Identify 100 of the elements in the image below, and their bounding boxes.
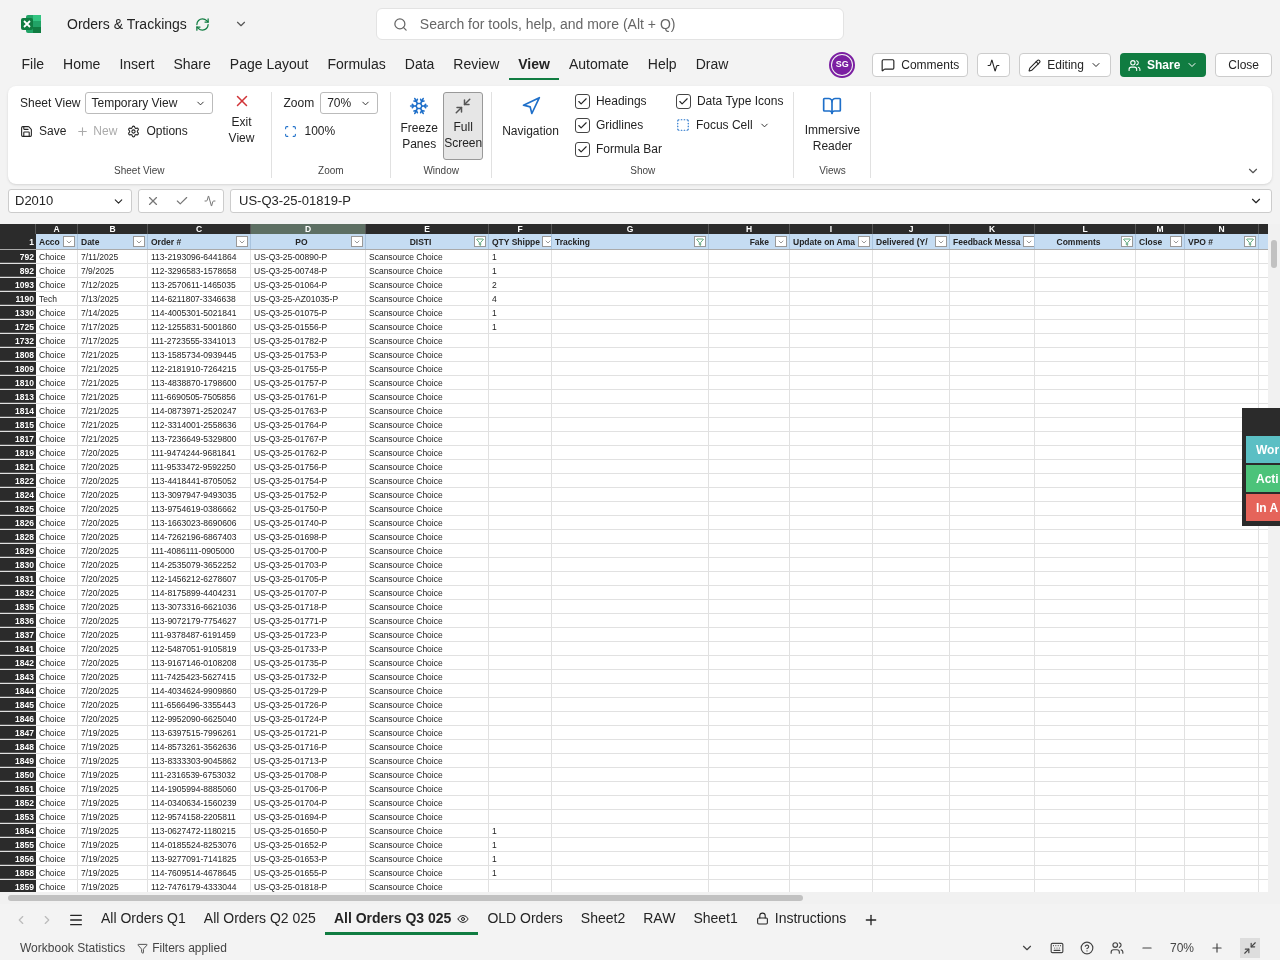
row-number[interactable]: 1 <box>0 234 36 249</box>
keyboard-icon[interactable] <box>1049 941 1064 955</box>
row-number[interactable]: 1190 <box>0 292 36 305</box>
sheet-tab[interactable]: Sheet1 <box>684 905 747 935</box>
row-number[interactable]: 1815 <box>0 418 36 431</box>
row-number[interactable]: 1850 <box>0 768 36 781</box>
menu-tab[interactable]: Help <box>638 50 687 80</box>
activity-button[interactable] <box>977 53 1011 77</box>
share-button[interactable]: Share <box>1119 53 1207 77</box>
row-number[interactable]: 1813 <box>0 390 36 403</box>
confirm-icon[interactable] <box>175 194 189 208</box>
row-number[interactable]: 1330 <box>0 306 36 319</box>
fit-button[interactable] <box>1240 938 1260 958</box>
row-number[interactable]: 1859 <box>0 880 36 892</box>
filter-applied-icon[interactable] <box>694 236 706 247</box>
focus-cell-button[interactable]: Focus Cell <box>675 116 784 134</box>
filter-dropdown-icon[interactable] <box>133 236 145 247</box>
sheet-tab[interactable]: Sheet2 <box>571 905 635 935</box>
exit-view-button[interactable]: Exit View <box>224 92 259 146</box>
row-number[interactable]: 1830 <box>0 558 36 571</box>
sheet-tab[interactable]: All Orders Q2 025 <box>194 905 325 935</box>
immersive-reader-button[interactable]: Immersive Reader <box>804 92 861 154</box>
filter-applied-icon[interactable] <box>474 236 486 247</box>
row-number[interactable]: 1836 <box>0 614 36 627</box>
menu-tab[interactable]: Review <box>443 50 509 80</box>
row-number[interactable]: 1846 <box>0 712 36 725</box>
row-number[interactable]: 1835 <box>0 600 36 613</box>
filter-applied-icon[interactable] <box>1121 236 1133 247</box>
column-letter[interactable]: D <box>251 224 366 234</box>
row-number[interactable]: 1841 <box>0 642 36 655</box>
navigation-button[interactable]: Navigation <box>502 92 559 158</box>
help-icon[interactable] <box>1079 941 1094 955</box>
menu-tab[interactable]: File <box>12 50 54 80</box>
row-number[interactable]: 1854 <box>0 824 36 837</box>
zoom-select[interactable]: 70% <box>320 92 379 114</box>
row-number[interactable]: 792 <box>0 250 36 263</box>
row-number[interactable]: 1825 <box>0 502 36 515</box>
menu-icon[interactable] <box>68 912 84 928</box>
row-number[interactable]: 1842 <box>0 656 36 669</box>
row-number[interactable]: 1829 <box>0 544 36 557</box>
row-number[interactable]: 1858 <box>0 866 36 879</box>
row-number[interactable]: 1814 <box>0 404 36 417</box>
save-button[interactable]: Save <box>20 122 67 140</box>
row-number[interactable]: 1831 <box>0 572 36 585</box>
row-number[interactable]: 1826 <box>0 516 36 529</box>
menu-tab[interactable]: Page Layout <box>220 50 318 80</box>
row-number[interactable]: 1844 <box>0 684 36 697</box>
account-avatar[interactable]: SG <box>829 52 856 78</box>
workbook-statistics[interactable]: Workbook Statistics <box>20 939 126 957</box>
row-number[interactable]: 1845 <box>0 698 36 711</box>
checkbox[interactable] <box>675 93 691 109</box>
row-number[interactable]: 1808 <box>0 348 36 361</box>
sheet-tab[interactable]: OLD Orders <box>478 905 572 935</box>
comments-button[interactable]: Comments <box>872 53 969 77</box>
row-number[interactable]: 1852 <box>0 796 36 809</box>
row-number[interactable]: 1853 <box>0 810 36 823</box>
row-number[interactable]: 1848 <box>0 740 36 753</box>
sheet-tab[interactable]: All Orders Q3 025 <box>324 905 479 935</box>
row-number[interactable]: 1821 <box>0 460 36 473</box>
row-number[interactable]: 1725 <box>0 320 36 333</box>
row-number[interactable]: 1856 <box>0 852 36 865</box>
filter-dropdown-icon[interactable] <box>935 236 947 247</box>
row-number[interactable]: 1093 <box>0 278 36 291</box>
menu-tab[interactable]: View <box>508 50 560 80</box>
filter-dropdown-icon[interactable] <box>351 236 363 247</box>
row-number[interactable]: 1855 <box>0 838 36 851</box>
row-number[interactable]: 1809 <box>0 362 36 375</box>
menu-tab[interactable]: Draw <box>686 50 738 80</box>
row-number[interactable]: 1810 <box>0 376 36 389</box>
row-number[interactable]: 1837 <box>0 628 36 641</box>
row-number[interactable]: 1732 <box>0 334 36 347</box>
document-title[interactable]: Orders & Trackings <box>67 13 187 35</box>
editing-button[interactable]: Editing <box>1019 53 1111 77</box>
filter-dropdown-icon[interactable] <box>236 236 248 247</box>
row-number[interactable]: 1851 <box>0 782 36 795</box>
full-screen-button[interactable]: Full Screen <box>443 92 484 160</box>
options-button[interactable]: Options <box>127 122 188 140</box>
filter-dropdown-icon[interactable] <box>1170 236 1182 247</box>
menu-tab[interactable]: Data <box>395 50 444 80</box>
sheet-tab[interactable]: Instructions <box>746 905 856 935</box>
row-number[interactable]: 1819 <box>0 446 36 459</box>
filter-dropdown-icon[interactable] <box>775 236 787 247</box>
row-number[interactable]: 1849 <box>0 754 36 767</box>
menu-tab[interactable]: Formulas <box>317 50 396 80</box>
zoom-100-button[interactable]: 100% <box>283 122 379 140</box>
row-number[interactable]: 892 <box>0 264 36 277</box>
checkbox[interactable] <box>574 93 590 109</box>
menu-tab[interactable]: Insert <box>109 50 164 80</box>
freeze-panes-button[interactable]: Freeze Panes <box>399 92 440 160</box>
menu-tab[interactable]: Share <box>163 50 221 80</box>
menu-tab[interactable]: Automate <box>559 50 639 80</box>
spreadsheet-logo-icon[interactable] <box>20 13 42 35</box>
menu-tab[interactable]: Home <box>53 50 110 80</box>
row-number[interactable]: 1847 <box>0 726 36 739</box>
formula-field[interactable]: US-Q3-25-01819-P <box>230 189 1272 213</box>
filter-dropdown-icon[interactable] <box>542 236 551 247</box>
checkbox[interactable] <box>574 117 590 133</box>
sheet-view-select[interactable]: Temporary View <box>84 92 213 114</box>
row-number[interactable]: 1828 <box>0 530 36 543</box>
row-number[interactable]: 1843 <box>0 670 36 683</box>
